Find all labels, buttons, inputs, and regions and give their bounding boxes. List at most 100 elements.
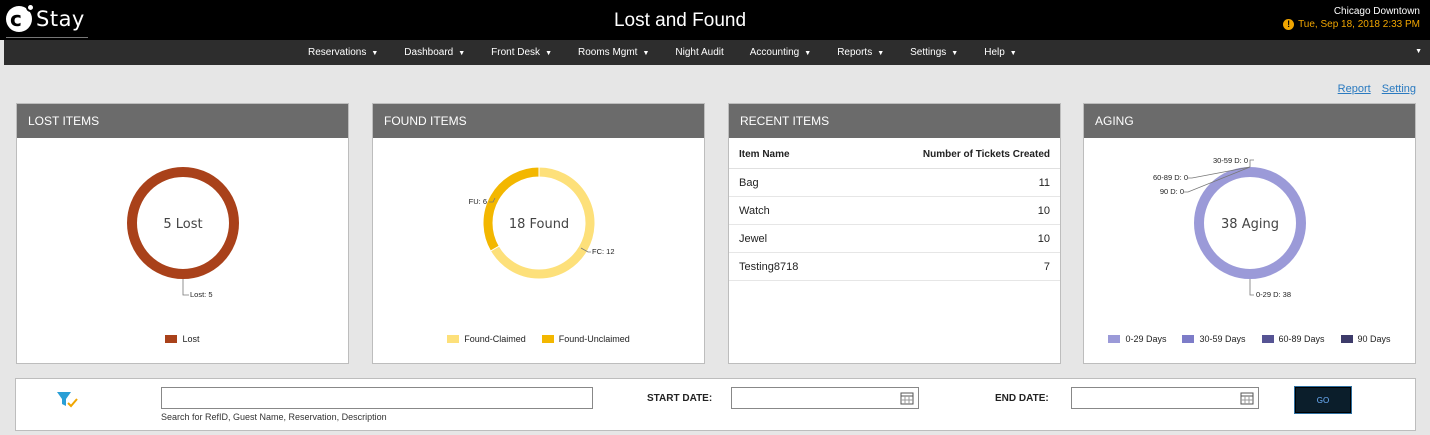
start-date-input[interactable] — [731, 387, 919, 409]
recent-items-card: RECENT ITEMS Item Name Number of Tickets… — [728, 103, 1061, 364]
chevron-down-icon: ▼ — [804, 50, 812, 57]
nav-item-dashboard[interactable]: Dashboard ▼ — [404, 47, 465, 58]
donut-center-label: 38 Aging — [1221, 217, 1279, 232]
data-label: 60-89 D: 0 — [1153, 173, 1188, 182]
calendar-icon[interactable] — [900, 391, 914, 405]
nav-item-settings[interactable]: Settings ▼ — [910, 47, 958, 58]
calendar-icon[interactable] — [1240, 391, 1254, 405]
item-name-cell: Watch — [729, 196, 845, 225]
ticket-count-cell: 10 — [844, 196, 1060, 225]
report-link[interactable]: Report — [1338, 83, 1371, 95]
legend-item[interactable]: 90 Days — [1340, 334, 1391, 344]
data-label-leader-line — [1249, 159, 1254, 167]
legend-swatch — [1340, 335, 1353, 343]
legend-swatch — [1108, 335, 1121, 343]
nav-item-label: Settings — [910, 47, 947, 58]
legend-item[interactable]: 60-89 Days — [1261, 334, 1325, 344]
data-label-leader-line — [182, 279, 189, 296]
table-row[interactable]: Watch 10 — [729, 196, 1060, 225]
filter-check-icon[interactable] — [56, 391, 78, 409]
nav-item-label: Night Audit — [675, 47, 724, 58]
legend-swatch — [165, 335, 178, 343]
lost-items-legend: Lost — [17, 334, 348, 344]
nav-item-label: Help — [984, 47, 1005, 58]
donut-center-label: 18 Found — [509, 217, 569, 232]
table-row[interactable]: Testing8718 7 — [729, 252, 1060, 281]
nav-items: Reservations ▼ Dashboard ▼ Front Desk ▼ Rooms … — [308, 40, 1043, 65]
data-label: 0-29 D: 38 — [1256, 290, 1291, 299]
table-header-row: Item Name Number of Tickets Created — [729, 138, 1060, 169]
table-row[interactable]: Bag 11 — [729, 168, 1060, 197]
end-date-label: END DATE: — [995, 393, 1049, 404]
legend-label: 60-89 Days — [1278, 334, 1325, 344]
legend-item[interactable]: Found-Unclaimed — [541, 334, 630, 344]
top-bar: c Stay Lost and Found Chicago Downtown !… — [0, 0, 1430, 40]
chevron-down-icon: ▼ — [951, 50, 959, 57]
donut-center-label: 5 Lost — [163, 217, 202, 232]
start-date-label: START DATE: — [647, 393, 713, 404]
legend-swatch — [541, 335, 554, 343]
nav-item-accounting[interactable]: Accounting ▼ — [750, 47, 811, 58]
aging-legend: 0-29 Days 30-59 Days 60-89 Days 90 Days — [1084, 334, 1415, 344]
legend-swatch — [447, 335, 460, 343]
lost-items-donut-chart: 5 Lost Lost: 5 — [127, 167, 239, 299]
nav-item-night-audit[interactable]: Night Audit — [675, 47, 723, 58]
nav-item-label: Rooms Mgmt — [578, 47, 638, 58]
legend-label: Found-Unclaimed — [558, 334, 630, 344]
chevron-down-icon: ▼ — [371, 50, 379, 57]
legend-label: 30-59 Days — [1199, 334, 1246, 344]
page-title: Lost and Found — [613, 10, 747, 31]
aging-donut-chart: 38 Aging 0-29 D: 38 30-59 D: 0 60-89 D: 0 90… — [1153, 156, 1306, 299]
legend-label: Found-Claimed — [464, 334, 526, 344]
found-items-card: FOUND ITEMS 18 Found FC: 12 FU: 6 Found-Cl… — [372, 103, 705, 364]
hotel-name[interactable]: Chicago Downtown — [1283, 6, 1420, 17]
search-hint: Search for RefID, Guest Name, Reservatio… — [161, 412, 387, 422]
data-label-leader-line — [1249, 279, 1254, 296]
found-items-legend: Found-Claimed Found-Unclaimed — [373, 334, 704, 344]
nav-item-rooms-mgmt[interactable]: Rooms Mgmt ▼ — [578, 47, 649, 58]
nav-item-label: Accounting — [749, 47, 800, 58]
nav-item-label: Dashboard — [404, 47, 454, 58]
ticket-count-cell: 11 — [844, 168, 1060, 197]
chevron-down-icon: ▼ — [1009, 50, 1017, 57]
legend-swatch — [1261, 335, 1274, 343]
data-label: FC: 12 — [592, 247, 615, 256]
legend-item[interactable]: Lost — [165, 334, 200, 344]
top-links: Report Setting — [1330, 83, 1416, 95]
recent-items-table: Item Name Number of Tickets Created Bag 1… — [729, 138, 1060, 281]
ticket-count-cell: 10 — [844, 224, 1060, 253]
lost-items-card: LOST ITEMS 5 Lost Lost: 5 Lost — [16, 103, 349, 364]
nav-item-front-desk[interactable]: Front Desk ▼ — [491, 47, 552, 58]
legend-item[interactable]: 30-59 Days — [1182, 334, 1246, 344]
lost-items-title: LOST ITEMS — [17, 104, 348, 138]
data-label: 90 D: 0 — [1160, 187, 1184, 196]
nav-item-reservations[interactable]: Reservations ▼ — [308, 47, 378, 58]
item-name-cell: Jewel — [729, 224, 845, 253]
setting-link[interactable]: Setting — [1382, 83, 1416, 95]
main-nav: Reservations ▼ Dashboard ▼ Front Desk ▼ Rooms … — [4, 40, 1430, 65]
donut-slice-found-unclaimed[interactable] — [482, 166, 540, 252]
recent-items-title: RECENT ITEMS — [729, 104, 1060, 138]
legend-item[interactable]: Found-Claimed — [447, 334, 526, 344]
nav-item-label: Reports — [837, 47, 873, 58]
nav-item-help[interactable]: Help ▼ — [984, 47, 1017, 58]
ticket-count-cell: 7 — [844, 252, 1060, 281]
chevron-down-icon: ▼ — [458, 50, 466, 57]
legend-label: Lost — [182, 334, 200, 344]
data-label: FU: 6 — [469, 197, 487, 206]
chevron-down-icon: ▼ — [642, 50, 650, 57]
nav-expand-chevron-icon[interactable]: ▼ — [1415, 48, 1422, 55]
exclamation-circle-icon[interactable]: ! — [1283, 19, 1295, 30]
end-date-input[interactable] — [1071, 387, 1259, 409]
item-name-cell: Testing8718 — [729, 252, 845, 281]
col-item-name: Item Name — [729, 138, 845, 169]
data-label: Lost: 5 — [190, 290, 213, 299]
legend-item[interactable]: 0-29 Days — [1108, 334, 1166, 344]
search-input[interactable] — [161, 387, 593, 409]
aging-card: AGING 38 Aging 0-29 D: 38 30-59 D: 0 60-89 … — [1083, 103, 1416, 364]
table-row[interactable]: Jewel 10 — [729, 224, 1060, 253]
nav-item-reports[interactable]: Reports ▼ — [837, 47, 884, 58]
hotel-info: Chicago Downtown ! Tue, Sep 18, 2018 2:3… — [1283, 6, 1420, 30]
hotel-datetime: ! Tue, Sep 18, 2018 2:33 PM — [1283, 19, 1420, 30]
go-button[interactable]: GO — [1294, 386, 1352, 414]
